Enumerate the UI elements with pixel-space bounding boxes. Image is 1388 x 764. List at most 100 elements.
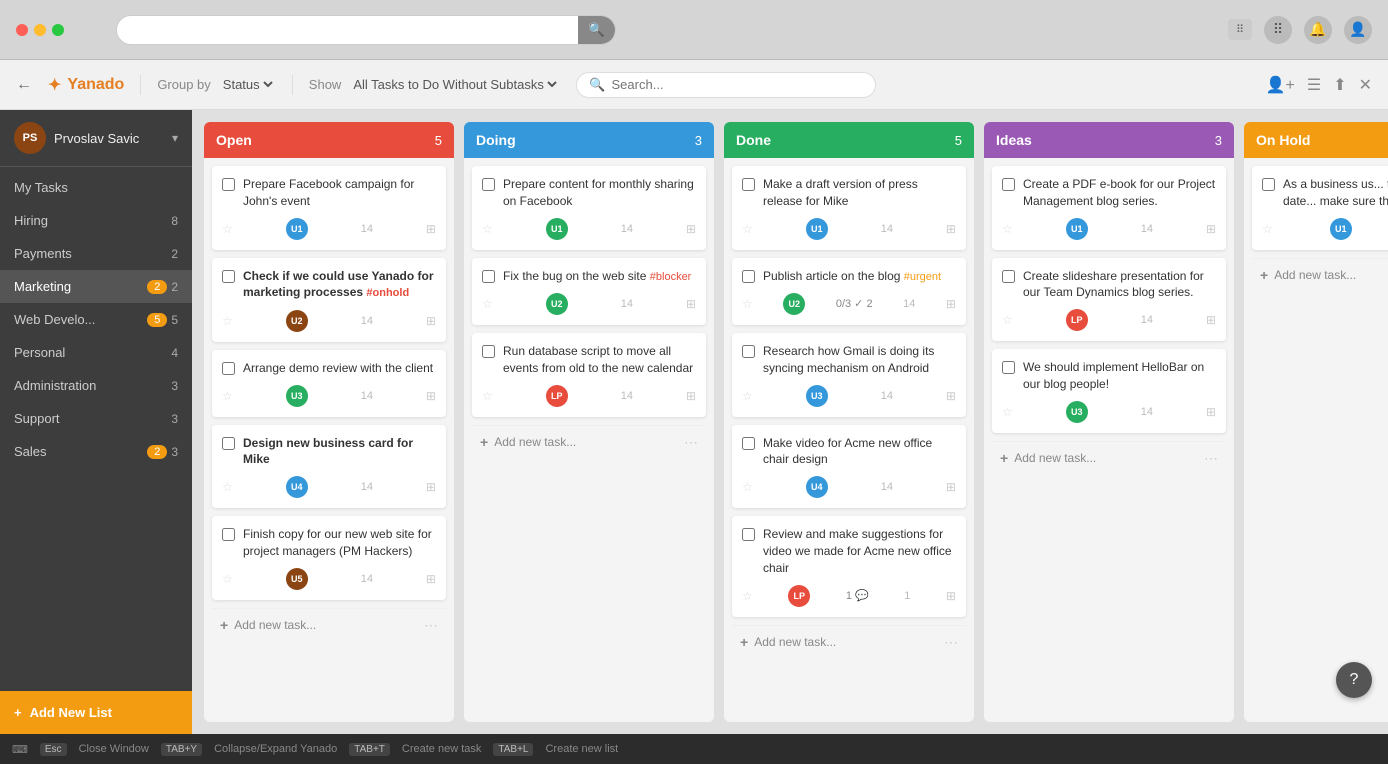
task-checkbox[interactable] — [742, 270, 755, 283]
star-icon[interactable]: ☆ — [222, 480, 233, 494]
sidebar-item-webdevelo[interactable]: Web Develo...55 — [0, 303, 192, 336]
show-select[interactable]: All Tasks to Do Without Subtasks — [349, 76, 560, 93]
task-card[interactable]: Finish copy for our new web site for pro… — [212, 516, 446, 600]
star-icon[interactable]: ☆ — [482, 389, 493, 403]
more-options-icon[interactable]: ⋯ — [684, 434, 698, 451]
chrome-search-button[interactable]: 🔍 — [578, 16, 615, 44]
task-checkbox[interactable] — [1002, 270, 1015, 283]
notifications-icon[interactable]: 🔔 — [1304, 16, 1332, 44]
collapse-icon[interactable]: ⬆ — [1333, 75, 1346, 95]
task-card[interactable]: Arrange demo review with the client ☆ U3… — [212, 350, 446, 417]
more-options-icon[interactable]: ⋯ — [1204, 450, 1218, 467]
card-footer: ☆ U3 14 ⊞ — [222, 385, 436, 407]
card-text: Arrange demo review with the client — [243, 360, 433, 377]
card-text: Make a draft version of press release fo… — [763, 176, 956, 210]
card-text: Make video for Acme new office chair des… — [763, 435, 956, 469]
task-card[interactable]: Create a PDF e-book for our Project Mana… — [992, 166, 1226, 250]
add-task-button[interactable]: +Add new task...⋯ — [732, 625, 966, 659]
task-checkbox[interactable] — [482, 178, 495, 191]
card-checkbox-row: Run database script to move all events f… — [482, 343, 696, 377]
task-card[interactable]: Create slideshare presentation for our T… — [992, 258, 1226, 342]
add-task-button[interactable]: +Add new task...⋯ — [472, 425, 706, 459]
more-options-icon[interactable]: ⋯ — [944, 634, 958, 651]
card-text: Run database script to move all events f… — [503, 343, 696, 377]
board-search-input[interactable] — [612, 77, 864, 92]
task-checkbox[interactable] — [222, 178, 235, 191]
task-checkbox[interactable] — [222, 437, 235, 450]
sidebar-item-hiring[interactable]: Hiring8 — [0, 204, 192, 237]
help-button[interactable]: ? — [1336, 662, 1372, 698]
task-card[interactable]: We should implement HelloBar on our blog… — [992, 349, 1226, 433]
star-icon[interactable]: ☆ — [222, 314, 233, 328]
task-card[interactable]: Check if we could use Yanado for marketi… — [212, 258, 446, 342]
task-card[interactable]: Design new business card for Mike ☆ U4 1… — [212, 425, 446, 509]
sidebar-item-label: Sales — [14, 444, 147, 459]
add-task-button[interactable]: +Add new task...⋯ — [992, 441, 1226, 475]
sidebar-item-personal[interactable]: Personal4 — [0, 336, 192, 369]
more-options-icon[interactable]: ⋯ — [424, 617, 438, 634]
task-card[interactable]: Review and make suggestions for video we… — [732, 516, 966, 616]
task-card[interactable]: Publish article on the blog #urgent ☆ U2… — [732, 258, 966, 325]
star-icon[interactable]: ☆ — [742, 297, 753, 311]
list-view-icon[interactable]: ☰ — [1307, 75, 1321, 95]
google-apps-icon[interactable]: ⠿ — [1264, 16, 1292, 44]
task-card[interactable]: Fix the bug on the web site #blocker ☆ U… — [472, 258, 706, 325]
task-card[interactable]: Prepare content for monthly sharing on F… — [472, 166, 706, 250]
chrome-url-input[interactable] — [117, 17, 578, 42]
star-icon[interactable]: ☆ — [1262, 222, 1273, 236]
card-avatar: U1 — [1330, 218, 1352, 240]
close-board-icon[interactable]: ✕ — [1359, 75, 1372, 95]
task-card[interactable]: Make video for Acme new office chair des… — [732, 425, 966, 509]
add-new-list-button[interactable]: + Add New List — [0, 691, 192, 734]
chrome-right-btn[interactable]: ⠿ — [1228, 19, 1252, 40]
task-checkbox[interactable] — [742, 528, 755, 541]
task-checkbox[interactable] — [482, 345, 495, 358]
add-task-button[interactable]: +Add new task...⋯ — [212, 608, 446, 642]
add-member-icon[interactable]: 👤+ — [1266, 75, 1295, 95]
group-by-select[interactable]: Status — [219, 76, 276, 93]
task-checkbox[interactable] — [742, 345, 755, 358]
sidebar-item-payments[interactable]: Payments2 — [0, 237, 192, 270]
task-checkbox[interactable] — [742, 178, 755, 191]
task-checkbox[interactable] — [482, 270, 495, 283]
sidebar-item-administration[interactable]: Administration3 — [0, 369, 192, 402]
star-icon[interactable]: ☆ — [742, 589, 753, 603]
star-icon[interactable]: ☆ — [742, 222, 753, 236]
star-icon[interactable]: ☆ — [482, 297, 493, 311]
sidebar-item-support[interactable]: Support3 — [0, 402, 192, 435]
task-checkbox[interactable] — [222, 528, 235, 541]
google-account-icon[interactable]: 👤 — [1344, 16, 1372, 44]
star-icon[interactable]: ☆ — [742, 480, 753, 494]
sidebar-item-label: Payments — [14, 246, 171, 261]
task-card[interactable]: Run database script to move all events f… — [472, 333, 706, 417]
task-card[interactable]: Prepare Facebook campaign for John's eve… — [212, 166, 446, 250]
star-icon[interactable]: ☆ — [1002, 313, 1013, 327]
chevron-down-icon[interactable]: ▾ — [172, 131, 178, 145]
star-icon[interactable]: ☆ — [222, 389, 233, 403]
task-checkbox[interactable] — [742, 437, 755, 450]
task-card[interactable]: Make a draft version of press release fo… — [732, 166, 966, 250]
star-icon[interactable]: ☆ — [222, 222, 233, 236]
task-checkbox[interactable] — [1002, 361, 1015, 374]
maximize-dot[interactable] — [52, 24, 64, 36]
star-icon[interactable]: ☆ — [1002, 222, 1013, 236]
task-card[interactable]: As a business us... to set a due date...… — [1252, 166, 1388, 250]
sidebar-item-marketing[interactable]: Marketing22 — [0, 270, 192, 303]
star-icon[interactable]: ☆ — [222, 572, 233, 586]
sidebar-item-label: Marketing — [14, 279, 147, 294]
close-dot[interactable] — [16, 24, 28, 36]
star-icon[interactable]: ☆ — [1002, 405, 1013, 419]
sidebar-item-sales[interactable]: Sales23 — [0, 435, 192, 468]
task-checkbox[interactable] — [222, 270, 235, 283]
back-button[interactable]: ← — [16, 76, 32, 94]
divider-1 — [140, 75, 141, 95]
star-icon[interactable]: ☆ — [482, 222, 493, 236]
sidebar-item-mytasks[interactable]: My Tasks — [0, 171, 192, 204]
task-checkbox[interactable] — [1262, 178, 1275, 191]
minimize-dot[interactable] — [34, 24, 46, 36]
task-checkbox[interactable] — [1002, 178, 1015, 191]
add-task-button[interactable]: +Add new task...⋯ — [1252, 258, 1388, 292]
task-card[interactable]: Research how Gmail is doing its syncing … — [732, 333, 966, 417]
task-checkbox[interactable] — [222, 362, 235, 375]
star-icon[interactable]: ☆ — [742, 389, 753, 403]
